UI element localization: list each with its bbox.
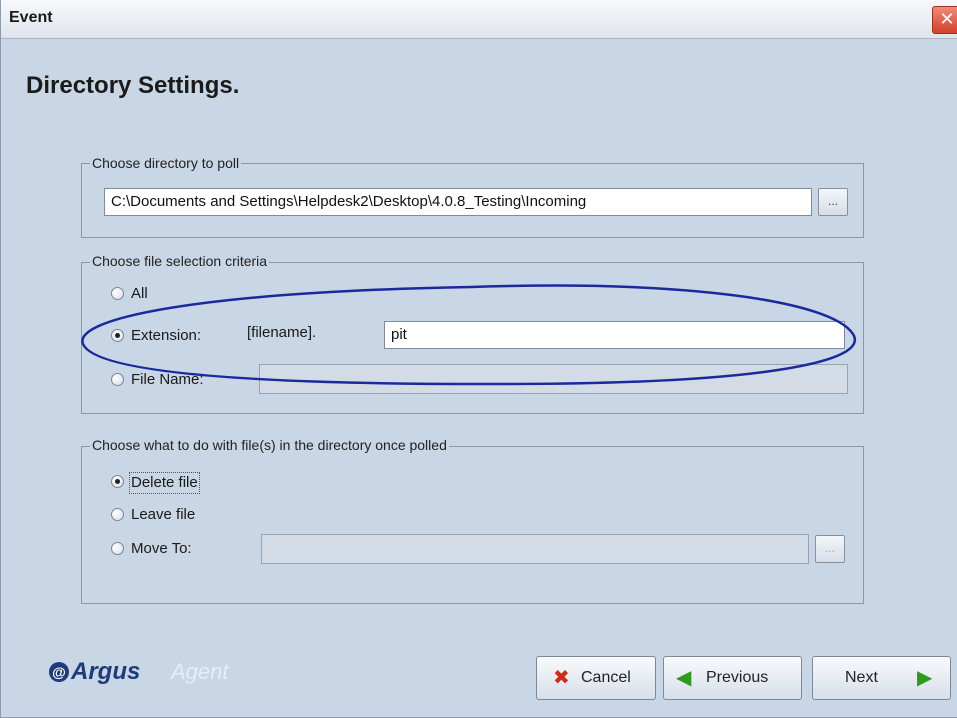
extension-input[interactable]: pit <box>384 321 845 349</box>
browse-directory-button[interactable]: ... <box>818 188 848 216</box>
cancel-button-label: Cancel <box>581 669 631 686</box>
radio-move-to-label: Move To: <box>131 540 192 557</box>
radio-file-name-button[interactable] <box>111 373 124 386</box>
event-dialog: Event ✕ Directory Settings. Choose direc… <box>0 0 957 718</box>
page-title: Directory Settings. <box>26 72 240 99</box>
filename-prefix-label: [filename]. <box>247 324 317 341</box>
action-group <box>81 446 864 604</box>
radio-move-to-button[interactable] <box>111 542 124 555</box>
move-to-input[interactable] <box>261 534 809 564</box>
cancel-button[interactable]: ✖ Cancel <box>536 656 656 700</box>
radio-extension-button[interactable] <box>111 329 124 342</box>
radio-leave-file-label: Leave file <box>131 506 196 523</box>
logo-brand: Argus <box>71 658 141 685</box>
radio-file-name-label: File Name: <box>131 371 204 388</box>
close-icon: ✕ <box>939 9 955 29</box>
browse-move-to-button[interactable]: ... <box>815 535 845 563</box>
radio-delete-file-button[interactable] <box>111 475 124 488</box>
next-button-label: Next <box>845 669 878 686</box>
close-button[interactable]: ✕ <box>932 6 957 34</box>
previous-button[interactable]: ◀ Previous <box>663 656 802 700</box>
previous-button-label: Previous <box>706 669 769 686</box>
next-button[interactable]: Next ▶ <box>812 656 951 700</box>
criteria-group-title-text: Choose file selection criteria <box>90 253 270 269</box>
action-group-title: Choose what to do with file(s) in the di… <box>90 437 449 453</box>
radio-all-button[interactable] <box>111 287 124 300</box>
radio-leave-file-button[interactable] <box>111 508 124 521</box>
window-title: Event <box>9 9 53 26</box>
radio-all-label: All <box>131 285 148 302</box>
cross-icon: ✖ <box>553 667 570 689</box>
file-name-input[interactable] <box>259 364 848 394</box>
radio-delete-file-label: Delete file <box>129 472 200 494</box>
logo-at-icon: @ <box>49 662 69 682</box>
logo-product: Agent <box>171 659 229 684</box>
arrow-left-icon: ◀ <box>676 667 692 689</box>
directory-group-title: Choose directory to poll <box>90 154 242 172</box>
arrow-right-icon: ▶ <box>917 667 933 689</box>
directory-path-input[interactable]: C:\Documents and Settings\Helpdesk2\Desk… <box>104 188 812 216</box>
radio-extension-label: Extension: <box>131 327 202 344</box>
title-bar: Event ✕ <box>1 0 957 39</box>
